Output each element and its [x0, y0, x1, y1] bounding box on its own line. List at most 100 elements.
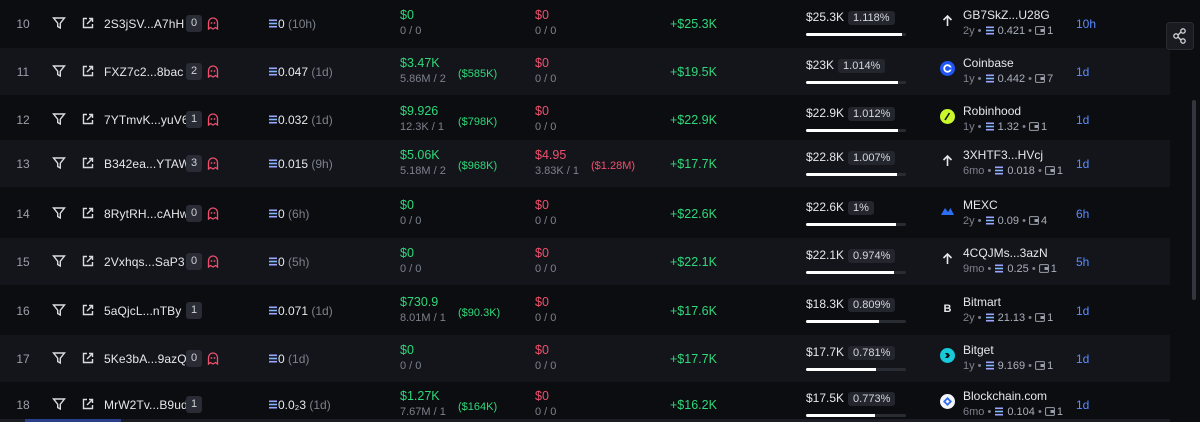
holding-time: 1d [1076, 65, 1090, 79]
table-row[interactable]: 13 B342ea...YTAW 3 0.015 (9h) $5.06K ($968K) 5… [0, 140, 1170, 187]
filter-button[interactable] [52, 156, 66, 170]
funding-source-name[interactable]: Coinbase [963, 56, 1014, 70]
wallet-address-link[interactable]: MrW2Tv...B9ud [104, 398, 188, 412]
vertical-scrollbar[interactable] [1192, 100, 1196, 300]
sold-sub: 0 / 0 [535, 215, 556, 227]
ghost-glyph [207, 17, 219, 31]
bought-cell: $3.47K ($585K) 5.86M / 2 [400, 56, 497, 85]
open-external-button[interactable] [81, 206, 95, 220]
filter-icon [52, 65, 66, 78]
bought-sub: 8.01M / 1 [400, 312, 446, 324]
open-external-button[interactable] [81, 397, 95, 411]
filter-button[interactable] [52, 64, 66, 78]
funding-source-name[interactable]: 3XHTF3...HVcj [963, 148, 1043, 162]
filter-button[interactable] [52, 254, 66, 268]
sold-cell: $0 0 / 0 [535, 56, 556, 85]
tx-count-badge: 0 [186, 205, 203, 222]
table-row[interactable]: 10 2S3jSV...A7hH 0 0 (10h) $0 0 / 0 $0 0 / 0 +$2… [0, 0, 1170, 47]
funding-source[interactable]: 3XHTF3...HVcj 6mo • 0.018 • 1 [940, 148, 1075, 180]
sol-icon [269, 19, 277, 28]
table-row[interactable]: 15 2Vxhqs...SaP3 0 0 (5h) $0 0 / 0 $0 0 / 0 +$22… [0, 238, 1170, 285]
sol-icon [269, 67, 277, 76]
funding-source-name[interactable]: 4CQJMs...3azN [963, 246, 1048, 260]
bought-sub: 7.67M / 1 [400, 406, 446, 418]
filter-button[interactable] [52, 397, 66, 411]
funding-source-name[interactable]: Bitget [963, 343, 994, 357]
bought-tokens: 12.3K / 1 [400, 121, 445, 133]
remaining-progress-bar [806, 81, 906, 84]
funding-source-name[interactable]: GB7SkZ...U28G [963, 8, 1050, 22]
wallet-address-link[interactable]: 7YTmvK...yuV6 [104, 113, 189, 127]
bought-cell: $730.9 ($90.3K) 8.01M / 1 [400, 295, 500, 324]
remaining-progress-bar [806, 414, 906, 417]
filter-button[interactable] [52, 16, 66, 30]
table-row[interactable]: 12 7YTmvK...yuV6 1 0.032 (1d) $9.926 ($798K) 1… [0, 96, 1170, 143]
ghost-icon [207, 65, 219, 79]
table-row[interactable]: 14 8RytRH...cAHw 0 0 (6h) $0 0 / 0 $0 0 / 0 +$22… [0, 190, 1170, 237]
funding-source[interactable]: Bitget 1y • 9.169 • 1 [940, 343, 1075, 375]
funding-source[interactable]: B Bitmart 2y • 21.13 • 1 [940, 295, 1075, 327]
filter-button[interactable] [52, 112, 66, 126]
bought-value: $0 [400, 8, 421, 22]
filter-button[interactable] [52, 206, 66, 220]
holding-value: 0.071 [278, 304, 309, 318]
sold-tokens: 3.83K / 1 [535, 165, 580, 177]
table-row[interactable]: 16 5aQjcL...nTBy 1 0.071 (1d) $730.9 ($90.3K)… [0, 287, 1170, 334]
funding-source-balance: 0.442 [997, 73, 1026, 85]
remaining-usd: $17.5K [806, 391, 845, 405]
funding-source[interactable]: MEXC 2y • 0.09 • 4 [940, 198, 1075, 230]
table-row[interactable]: 18 MrW2Tv...B9ud 1 0.0₂3 (1d) $1.27K ($164K) 7… [0, 381, 1170, 422]
table-row[interactable]: 11 FXZ7c2...8bac 2 0.047 (1d) $3.47K ($585K) 5… [0, 48, 1170, 95]
funding-source-name[interactable]: Robinhood [963, 104, 1021, 118]
funding-source[interactable]: Blockchain.com 6mo • 0.104 • 1 [940, 389, 1075, 421]
funding-source-name[interactable]: MEXC [963, 198, 998, 212]
wallet-address-link[interactable]: 8RytRH...cAHw [104, 207, 189, 221]
open-external-button[interactable] [81, 303, 95, 317]
funding-source-name[interactable]: Blockchain.com [963, 389, 1047, 403]
funding-source-tx: 1 [1047, 312, 1054, 324]
open-external-button[interactable] [81, 16, 95, 30]
remaining-line: $22.1K 0.974% [806, 246, 906, 264]
wallet-address-link[interactable]: 5Ke3bA...9azQ [104, 352, 187, 366]
wallet-address-link[interactable]: 2Vxhqs...SaP3 [104, 255, 185, 269]
remaining-progress-bar [806, 173, 906, 176]
arrow-up-icon-glyph [942, 14, 953, 26]
wallet-address-link[interactable]: 5aQjcL...nTBy [104, 304, 181, 318]
funding-source-meta: 2y • 0.09 • 4 [963, 215, 1048, 227]
wallet-address-link[interactable]: 2S3jSV...A7hH [104, 17, 184, 31]
filter-button[interactable] [52, 303, 66, 317]
sold-cell: $0 0 / 0 [535, 343, 556, 372]
sold-usd: $0 [535, 8, 549, 22]
sol-icon [985, 122, 994, 131]
sol-icon [995, 407, 1004, 416]
remaining-usd: $18.3K [806, 297, 845, 311]
bought-cell: $1.27K ($164K) 7.67M / 1 [400, 389, 497, 418]
funding-source[interactable]: Robinhood 1y • 1.32 • 1 [940, 104, 1075, 136]
bought-cell: $0 0 / 0 [400, 198, 421, 227]
funding-source[interactable]: Coinbase 1y • 0.442 • 7 [940, 56, 1075, 88]
filter-button[interactable] [52, 351, 66, 365]
external-link-icon [82, 255, 94, 267]
sold-mcap: ($1.28M) [591, 160, 636, 172]
pnl-value: +$22.1K [670, 255, 717, 269]
funding-source[interactable]: 4CQJMs...3azN 9mo • 0.25 • 1 [940, 246, 1075, 278]
wallet-address-link[interactable]: FXZ7c2...8bac [104, 65, 183, 79]
open-external-button[interactable] [81, 351, 95, 365]
svg-text:B: B [944, 303, 952, 315]
wallet-address-link[interactable]: B342ea...YTAW [104, 157, 190, 171]
funding-source-name[interactable]: Bitmart [963, 295, 1001, 309]
open-external-button[interactable] [81, 112, 95, 126]
bought-value: $730.9 [400, 295, 446, 309]
remaining-cell: $17.5K 0.773% [806, 389, 906, 417]
robinhood-icon-glyph [940, 109, 955, 124]
table-row[interactable]: 17 5Ke3bA...9azQ 0 0 (1d) $0 0 / 0 $0 0 / 0 +$17… [0, 335, 1170, 382]
open-external-button[interactable] [81, 254, 95, 268]
bought-tokens: 5.18M / 2 [400, 165, 446, 177]
funding-source-tx: 1 [1040, 121, 1048, 133]
funding-source[interactable]: GB7SkZ...U28G 2y • 0.421 • 1 [940, 8, 1075, 40]
wallet-icon [1035, 74, 1045, 83]
share-button[interactable] [1166, 22, 1194, 50]
holding-time: 1d [1076, 352, 1090, 366]
open-external-button[interactable] [81, 156, 95, 170]
open-external-button[interactable] [81, 64, 95, 78]
